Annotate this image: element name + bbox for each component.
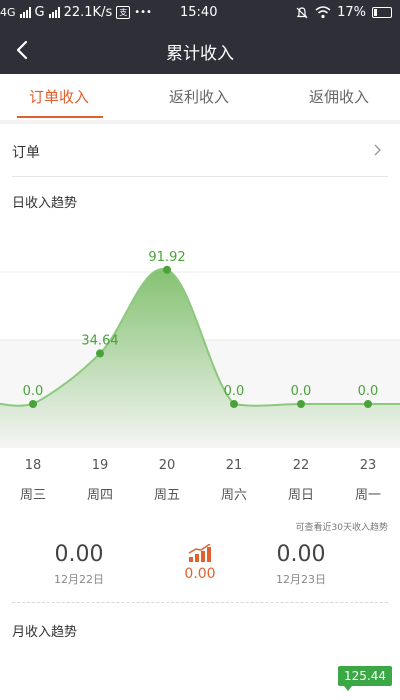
x-tick-weekday: 周三 bbox=[19, 488, 46, 503]
chart-data-label: 0.0 bbox=[23, 384, 44, 399]
x-tick-weekday: 周五 bbox=[153, 488, 180, 503]
page-title: 累计收入 bbox=[166, 44, 234, 64]
daily-trend-title: 日收入趋势 bbox=[12, 196, 78, 211]
x-tick-day: 20 bbox=[158, 458, 176, 473]
monthly-trend-title: 月收入趋势 bbox=[12, 625, 78, 640]
chart-data-label: 91.92 bbox=[148, 250, 185, 265]
active-tab-indicator bbox=[17, 116, 103, 118]
x-tick-day: 19 bbox=[91, 458, 109, 473]
chart-band-1 bbox=[0, 220, 400, 272]
chart-point bbox=[163, 265, 171, 274]
signal-icon-2 bbox=[48, 7, 60, 18]
signal-icon bbox=[19, 7, 31, 18]
x-tick-weekday: 周四 bbox=[86, 488, 113, 503]
divider bbox=[12, 176, 388, 177]
x-tick-weekday: 周日 bbox=[287, 488, 314, 503]
daily-income-chart: 0.0 34.64 91.92 0.0 0.0 0.0 bbox=[0, 220, 400, 448]
network-type-4g: 4G bbox=[0, 6, 16, 19]
chart-point bbox=[29, 400, 37, 408]
trend-bars-icon bbox=[188, 544, 211, 562]
x-tick-weekday: 周六 bbox=[220, 488, 247, 503]
right-stat-value: 0.00 bbox=[276, 542, 326, 567]
tab-order-income[interactable]: 订单收入 bbox=[29, 86, 89, 107]
x-tick-day: 22 bbox=[292, 458, 310, 473]
chart-data-label: 0.0 bbox=[291, 384, 312, 399]
x-tick-day: 21 bbox=[225, 458, 243, 473]
network-speed: 22.1K/s bbox=[63, 5, 113, 20]
x-tick-day: 18 bbox=[24, 458, 42, 473]
tab-commission-income[interactable]: 返佣收入 bbox=[309, 86, 369, 107]
nav-bar: 累计收入 bbox=[0, 26, 400, 74]
mute-icon bbox=[296, 6, 308, 18]
income-card: 订单 日收入趋势 0.0 34.64 91.92 0.0 0.0 0.0 18 周三 19 周四… bbox=[0, 124, 400, 700]
status-bar: 4G G 22.1K/s 支 ••• 15:40 17% bbox=[0, 0, 400, 26]
chart-point bbox=[230, 400, 238, 408]
middle-stat-value: 0.00 bbox=[184, 566, 216, 582]
tab-bar: 订单收入 返利收入 返佣收入 bbox=[0, 74, 400, 120]
x-tick-weekday: 周一 bbox=[354, 488, 381, 503]
chart-data-label: 0.0 bbox=[358, 384, 379, 399]
notification-icon: 支 bbox=[116, 6, 131, 19]
chart-point bbox=[297, 400, 305, 408]
right-stat-date: 12月23日 bbox=[276, 573, 326, 586]
network-type-g: G bbox=[34, 5, 45, 20]
chart-point bbox=[96, 349, 104, 358]
left-stat-date: 12月22日 bbox=[54, 573, 104, 586]
battery-icon bbox=[372, 7, 392, 18]
battery-percent: 17% bbox=[337, 5, 366, 20]
status-left: 4G G 22.1K/s 支 ••• bbox=[0, 5, 152, 20]
x-tick-day: 23 bbox=[359, 458, 377, 473]
hint-text: 可查看近30天收入趋势 bbox=[295, 523, 388, 533]
wifi-icon bbox=[315, 6, 331, 19]
status-time: 15:40 bbox=[180, 5, 218, 20]
chart-data-label: 34.64 bbox=[81, 333, 118, 348]
order-label: 订单 bbox=[12, 145, 40, 161]
tab-rebate-income[interactable]: 返利收入 bbox=[169, 86, 229, 107]
monthly-value-badge: 125.44 bbox=[338, 666, 392, 691]
more-icon: ••• bbox=[134, 7, 152, 18]
order-row[interactable]: 订单 bbox=[0, 124, 400, 176]
chart-data-label: 0.0 bbox=[224, 384, 245, 399]
status-right: 17% bbox=[295, 5, 392, 20]
left-stat-value: 0.00 bbox=[54, 542, 104, 567]
dashed-divider bbox=[12, 602, 388, 603]
chart-point bbox=[364, 400, 372, 408]
chevron-right-icon bbox=[374, 144, 381, 156]
